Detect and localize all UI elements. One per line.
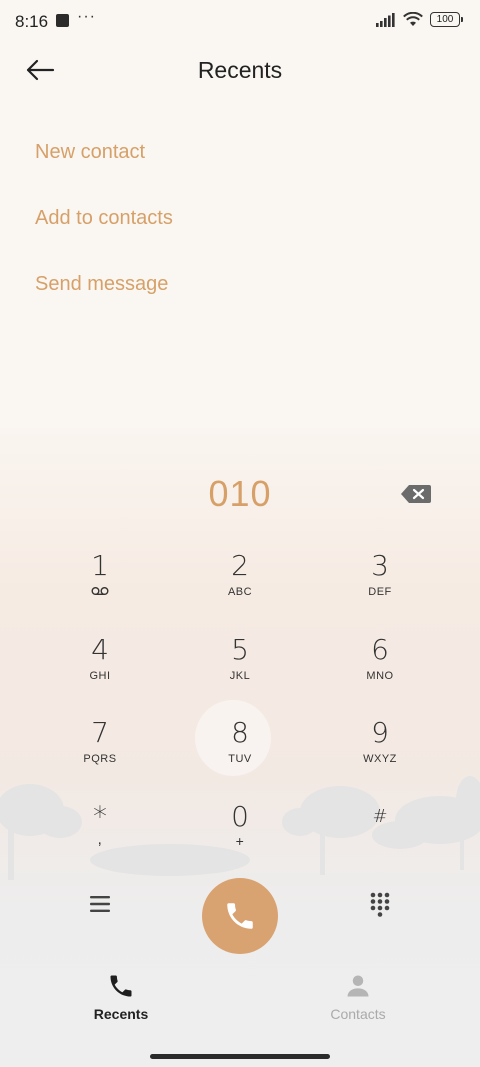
battery-level: 100 bbox=[436, 14, 454, 25]
tab-recents[interactable]: Recents bbox=[61, 972, 181, 1028]
more-notifications-icon: ··· bbox=[77, 8, 96, 25]
key-9[interactable]: 9 WXYZ bbox=[340, 713, 420, 785]
wifi-icon bbox=[403, 12, 423, 26]
key-digit: * bbox=[93, 800, 107, 833]
key-letters: GHI bbox=[89, 670, 111, 682]
notification-square-icon bbox=[56, 14, 69, 27]
cellular-signal-icon bbox=[376, 12, 395, 27]
key-digit: 2 bbox=[231, 549, 249, 582]
home-indicator[interactable] bbox=[150, 1054, 330, 1059]
status-time: 8:16 bbox=[15, 12, 49, 31]
phone-icon bbox=[227, 903, 253, 929]
key-letters: DEF bbox=[368, 586, 392, 598]
dialpad-icon[interactable] bbox=[366, 890, 394, 918]
page-title: Recents bbox=[197, 57, 283, 83]
key-digit: 1 bbox=[91, 549, 109, 582]
call-button[interactable] bbox=[202, 878, 278, 954]
new-contact-option[interactable]: New contact bbox=[35, 141, 145, 164]
key-4[interactable]: 4 GHI bbox=[60, 630, 140, 702]
key-letters: PQRS bbox=[83, 753, 117, 765]
key-digit: 6 bbox=[371, 633, 389, 666]
key-letters: WXYZ bbox=[363, 753, 397, 765]
key-digit: 8 bbox=[231, 716, 249, 749]
person-icon bbox=[347, 975, 369, 997]
key-5[interactable]: 5 JKL bbox=[200, 630, 280, 702]
key-digit: 9 bbox=[371, 716, 389, 749]
key-letters: JKL bbox=[229, 670, 251, 682]
key-star[interactable]: * , bbox=[60, 797, 140, 869]
status-icons: 100 bbox=[376, 12, 463, 27]
key-digit: 4 bbox=[91, 633, 109, 666]
key-digit: 5 bbox=[231, 633, 249, 666]
key-hash[interactable]: # bbox=[340, 797, 420, 869]
key-letters: ABC bbox=[227, 586, 253, 598]
key-letters: TUV bbox=[228, 753, 252, 765]
tab-contacts[interactable]: Contacts bbox=[298, 972, 418, 1028]
key-digit: 3 bbox=[371, 549, 389, 582]
menu-icon[interactable] bbox=[86, 890, 114, 918]
key-6[interactable]: 6 MNO bbox=[340, 630, 420, 702]
voicemail-icon bbox=[91, 587, 109, 596]
phone-icon bbox=[110, 975, 132, 997]
key-2[interactable]: 2 ABC bbox=[200, 546, 280, 618]
key-digit: 7 bbox=[91, 716, 109, 749]
add-to-contacts-option[interactable]: Add to contacts bbox=[35, 207, 173, 230]
key-letters: MNO bbox=[366, 670, 394, 682]
key-0[interactable]: 0 + bbox=[200, 797, 280, 869]
battery-icon: 100 bbox=[430, 12, 463, 27]
key-digit: 0 bbox=[231, 800, 249, 833]
key-digit: # bbox=[372, 806, 388, 827]
key-7[interactable]: 7 PQRS bbox=[60, 713, 140, 785]
key-letters: + bbox=[235, 833, 245, 849]
backspace-icon[interactable] bbox=[400, 484, 432, 504]
key-letters: , bbox=[97, 831, 103, 848]
key-3[interactable]: 3 DEF bbox=[340, 546, 420, 618]
status-bar: 8:16 ··· 100 bbox=[0, 0, 480, 42]
key-1[interactable]: 1 bbox=[60, 546, 140, 618]
key-8[interactable]: 8 TUV bbox=[200, 713, 280, 785]
send-message-option[interactable]: Send message bbox=[35, 273, 168, 296]
tab-label: Contacts bbox=[330, 1006, 386, 1022]
tab-label: Recents bbox=[93, 1006, 149, 1022]
